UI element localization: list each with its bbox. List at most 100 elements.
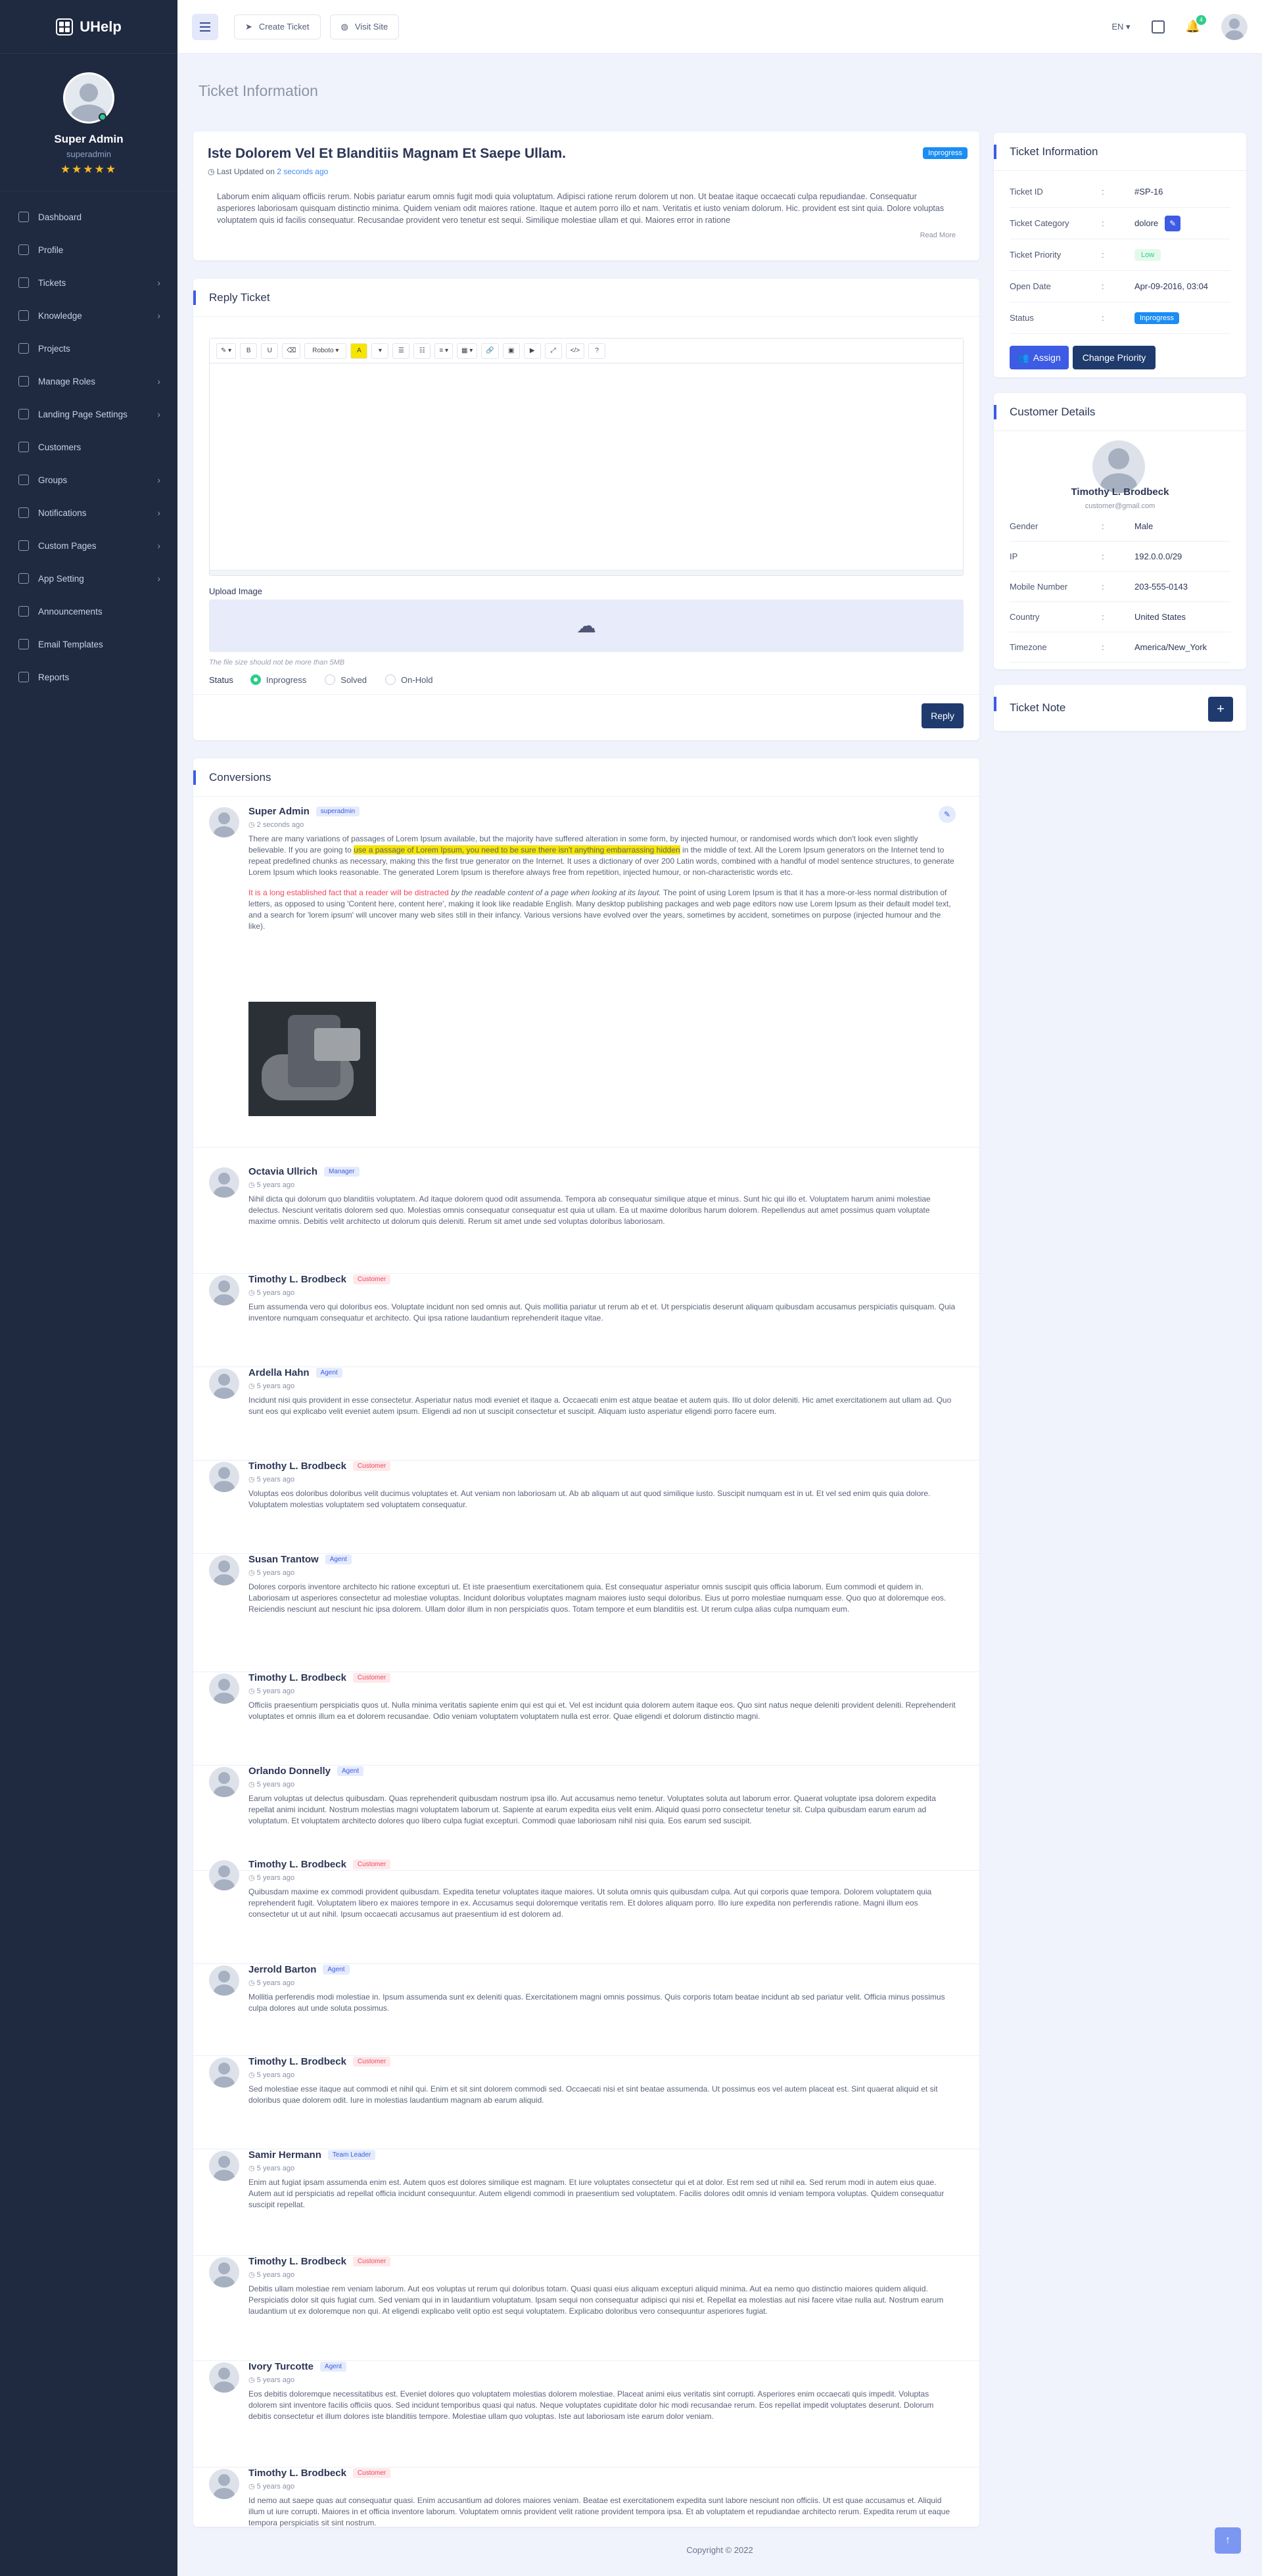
updated-prefix: Last Updated on [216, 167, 275, 176]
sidebar-item-announcements[interactable]: Announcements [0, 595, 177, 628]
language-selector[interactable]: EN ▾ [1111, 22, 1130, 32]
info-key: Ticket ID [1010, 187, 1043, 197]
editor-tool-button[interactable]: ▦ ▾ [456, 342, 478, 359]
clock-icon: ◷ [248, 1781, 257, 1789]
status-option-solved[interactable]: Solved [325, 674, 367, 685]
info-row: Ticket ID: #SP-16 [1010, 176, 1230, 208]
editor-tool-button[interactable]: ✎ ▾ [216, 342, 237, 359]
logo-icon [56, 18, 74, 35]
role-badge: Team Leader [327, 2150, 376, 2160]
back-to-top-button[interactable]: ↑ [1215, 2527, 1241, 2554]
sidebar-item-app-setting[interactable]: App Setting › [0, 562, 177, 595]
clock-icon: ◷ [248, 2483, 257, 2491]
author-name: Timothy L. Brodbeck [248, 1672, 346, 1683]
clock-icon: ◷ [248, 1874, 257, 1882]
info-row: Gender: Male [1010, 511, 1230, 542]
edit-icon[interactable]: ✎ [939, 806, 956, 823]
sidebar-item-dashboard[interactable]: Dashboard [0, 200, 177, 233]
avatar[interactable] [63, 72, 114, 124]
sidebar-item-knowledge[interactable]: Knowledge › [0, 299, 177, 332]
author-name: Timothy L. Brodbeck [248, 1274, 346, 1285]
upload-dropzone[interactable]: ☁ [209, 599, 964, 652]
notification-bell-icon[interactable]: 🔔 4 [1186, 15, 1206, 34]
sidebar-item-label: Email Templates [38, 639, 103, 649]
editor-tool-button[interactable]: U [261, 342, 279, 359]
sidebar-item-projects[interactable]: Projects [0, 332, 177, 365]
conversation-author: Timothy L. Brodbeck Customer [248, 1274, 391, 1285]
status-option-inprogress[interactable]: Inprogress [250, 674, 306, 685]
conversation-time: ◷ 5 years ago [248, 1873, 294, 1882]
role-badge: Agent [325, 1555, 352, 1564]
rating-stars: ★★★★★ [60, 163, 118, 176]
sidebar-item-profile[interactable]: Profile [0, 233, 177, 266]
sidebar-item-tickets[interactable]: Tickets › [0, 266, 177, 299]
editor-tool-button[interactable]: A [350, 342, 368, 359]
visit-site-button[interactable]: ◍ Visit Site [329, 14, 400, 39]
user-avatar[interactable] [1221, 13, 1248, 40]
editor-tool-button[interactable]: ⌫ [282, 342, 301, 359]
reply-button[interactable]: Reply [922, 703, 964, 728]
conversation-time: ◷ 5 years ago [248, 1687, 294, 1695]
time-value: 5 years ago [256, 1476, 295, 1484]
editor-tool-button[interactable]: ☷ [413, 342, 431, 359]
editor-tool-button[interactable]: ⤢ [544, 342, 562, 359]
attachment-image[interactable] [248, 1002, 376, 1116]
read-more-link[interactable]: Read More [920, 231, 956, 239]
time-value: 5 years ago [256, 1781, 295, 1789]
conversation-text: Enim aut fugiat ipsam assumenda enim est… [248, 2178, 945, 2209]
edit-category-button[interactable]: ✎ [1165, 215, 1181, 231]
conversation-time: ◷ 5 years ago [248, 1568, 294, 1577]
ticket-title: Iste Dolorem Vel Et Blanditiis Magnam Et… [208, 146, 566, 161]
sidebar-item-groups[interactable]: Groups › [0, 463, 177, 496]
avatar [209, 2362, 239, 2393]
radio-checked[interactable] [250, 674, 261, 685]
assign-button[interactable]: 👥 Assign [1010, 346, 1069, 369]
conversation-time: ◷ 5 years ago [248, 1475, 294, 1484]
radio[interactable] [385, 674, 396, 685]
editor-tool-button[interactable]: ▾ [371, 342, 389, 359]
info-value: 192.0.0.0/29 [1134, 551, 1182, 561]
menu-toggle-button[interactable] [192, 13, 218, 40]
avatar-body [214, 1481, 235, 1492]
conversation-author: Timothy L. Brodbeck Customer [248, 2056, 391, 2067]
info-key: IP [1010, 551, 1018, 561]
globe-icon: ◍ [340, 21, 348, 32]
sidebar-item-landing-page-settings[interactable]: Landing Page Settings › [0, 398, 177, 431]
radio[interactable] [325, 674, 336, 685]
editor-tool-button[interactable]: ▣ [502, 342, 520, 359]
editor-resize-handle[interactable] [210, 570, 963, 575]
info-key: Open Date [1010, 281, 1051, 291]
time-value: 5 years ago [256, 2376, 295, 2384]
add-note-button[interactable]: + [1208, 697, 1233, 722]
sidebar-item-reports[interactable]: Reports [0, 661, 177, 693]
editor-tool-button[interactable]: B [240, 342, 258, 359]
editor-tool-button[interactable]: ≡ ▾ [434, 342, 453, 359]
editor-tool-button[interactable]: 🔗 [481, 342, 499, 359]
fullscreen-icon[interactable] [1151, 20, 1165, 34]
sidebar-item-customers[interactable]: Customers [0, 431, 177, 463]
brand[interactable]: UHelp [0, 0, 177, 54]
editor-tool-button[interactable]: </> [565, 342, 585, 359]
sidebar-item-notifications[interactable]: Notifications › [0, 496, 177, 529]
time-value: 5 years ago [256, 1382, 295, 1390]
sidebar-item-manage-roles[interactable]: Manage Roles › [0, 365, 177, 398]
author-name: Ivory Turcotte [248, 2361, 314, 2372]
change-priority-button[interactable]: Change Priority [1073, 346, 1156, 369]
reply-editor[interactable]: ✎ ▾ B U ⌫ Roboto ▾ A ▾ ☰ ☷ ≡ ▾ ▦ ▾ 🔗 ▣ ▶ ⤢ </>? [209, 338, 964, 576]
sidebar-item-custom-pages[interactable]: Custom Pages › [0, 529, 177, 562]
option-label: Solved [340, 674, 367, 685]
conversation-time: ◷ 5 years ago [248, 2482, 294, 2491]
editor-tool-button[interactable]: ☰ [392, 342, 410, 359]
avatar-head [218, 1374, 230, 1386]
conversation-text: Mollitia perferendis modi molestiae in. … [248, 1992, 945, 2013]
chevron-right-icon: › [157, 376, 160, 386]
editor-tool-button[interactable]: ? [588, 342, 606, 359]
editor-tool-button[interactable]: Roboto ▾ [304, 342, 347, 359]
status-option-onhold[interactable]: On-Hold [385, 674, 432, 685]
editor-tool-button[interactable]: ▶ [523, 342, 541, 359]
time-value: 2 seconds ago [256, 821, 304, 829]
sidebar-item-label: Reports [38, 672, 70, 682]
create-ticket-button[interactable]: ➤ Create Ticket [234, 14, 321, 39]
sidebar-item-email-templates[interactable]: Email Templates [0, 628, 177, 661]
upload-label: Upload Image [209, 586, 262, 596]
